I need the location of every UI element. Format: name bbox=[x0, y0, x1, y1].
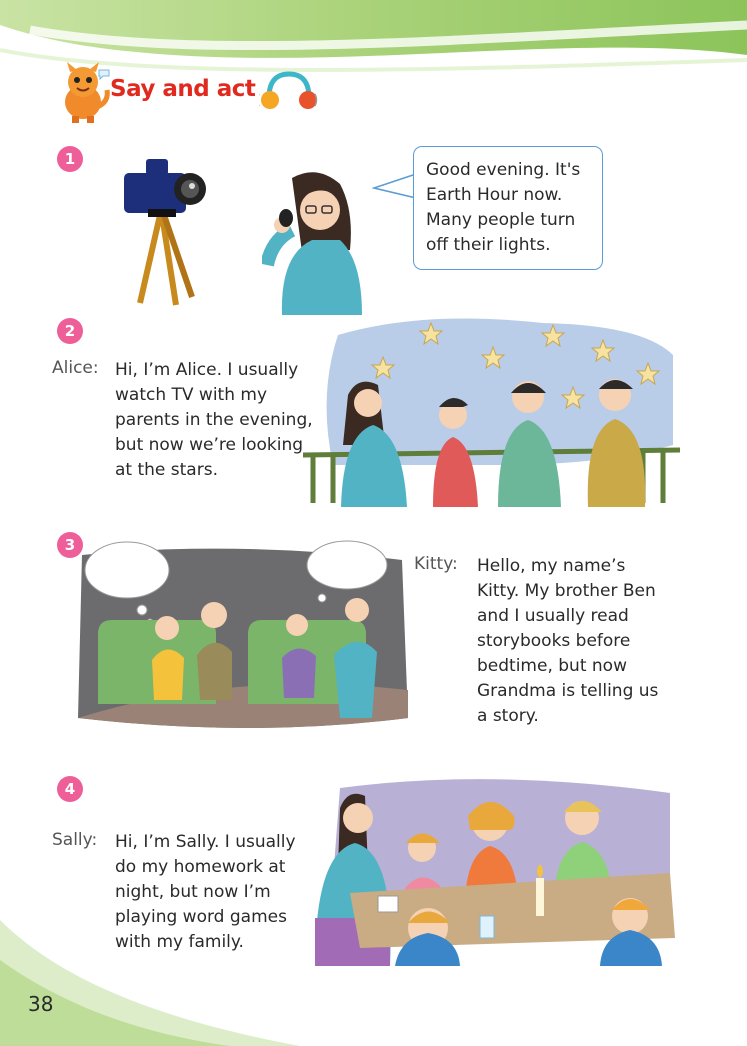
speech-line: Earth Hour now. bbox=[426, 185, 563, 205]
speaker-name: Sally: bbox=[52, 830, 98, 850]
cartoon-cat-mascot-icon bbox=[65, 62, 110, 123]
speech-line: watch TV with my bbox=[115, 385, 268, 405]
speech-line: Hi, I’m Sally. I usually bbox=[115, 832, 296, 852]
speech-line: Good evening. It's bbox=[426, 160, 581, 180]
speech-line: parents in the evening, bbox=[115, 410, 313, 430]
speaker-dialogue: Hi, I’m Sally. I usually do my homework … bbox=[115, 830, 330, 955]
section-number-1: 1 bbox=[57, 146, 83, 172]
section-number-2: 2 bbox=[57, 318, 83, 344]
speech-line: with my family. bbox=[115, 932, 244, 952]
speech-line: at the stars. bbox=[115, 460, 218, 480]
section-title: Say and act bbox=[110, 76, 256, 102]
speech-line: bedtime, but now bbox=[477, 656, 627, 676]
speech-line: do my homework at bbox=[115, 857, 286, 877]
speech-line: a story. bbox=[477, 706, 539, 726]
speech-line: Kitty. My brother Ben bbox=[477, 581, 656, 601]
storytelling-illustration bbox=[78, 540, 408, 728]
reporter-illustration bbox=[262, 172, 362, 315]
speaker-dialogue: Hello, my name’s Kitty. My brother Ben a… bbox=[477, 554, 692, 729]
stargazing-illustration bbox=[303, 318, 680, 507]
speech-line: storybooks before bbox=[477, 631, 631, 651]
family-word-games-illustration bbox=[315, 779, 675, 966]
page-number: 38 bbox=[28, 992, 54, 1016]
speech-line: and I usually read bbox=[477, 606, 629, 626]
section-number-4: 4 bbox=[57, 776, 83, 802]
speech-bubble-tail bbox=[372, 173, 417, 199]
speech-line: but now we’re looking bbox=[115, 435, 304, 455]
speech-line: Grandma is telling us bbox=[477, 681, 659, 701]
headphones-icon bbox=[259, 71, 318, 109]
speaker-name: Alice: bbox=[52, 358, 99, 378]
speech-line: off their lights. bbox=[426, 235, 551, 255]
speech-bubble-text: Good evening. It's Earth Hour now. Many … bbox=[426, 158, 601, 258]
speech-line: Hi, I’m Alice. I usually bbox=[115, 360, 299, 380]
video-camera-icon bbox=[124, 159, 206, 306]
speech-line: night, but now I’m bbox=[115, 882, 271, 902]
speech-line: Hello, my name’s bbox=[477, 556, 626, 576]
speech-line: Many people turn bbox=[426, 210, 576, 230]
speaker-dialogue: Hi, I’m Alice. I usually watch TV with m… bbox=[115, 358, 330, 483]
speaker-name: Kitty: bbox=[414, 554, 458, 574]
speech-line: playing word games bbox=[115, 907, 287, 927]
